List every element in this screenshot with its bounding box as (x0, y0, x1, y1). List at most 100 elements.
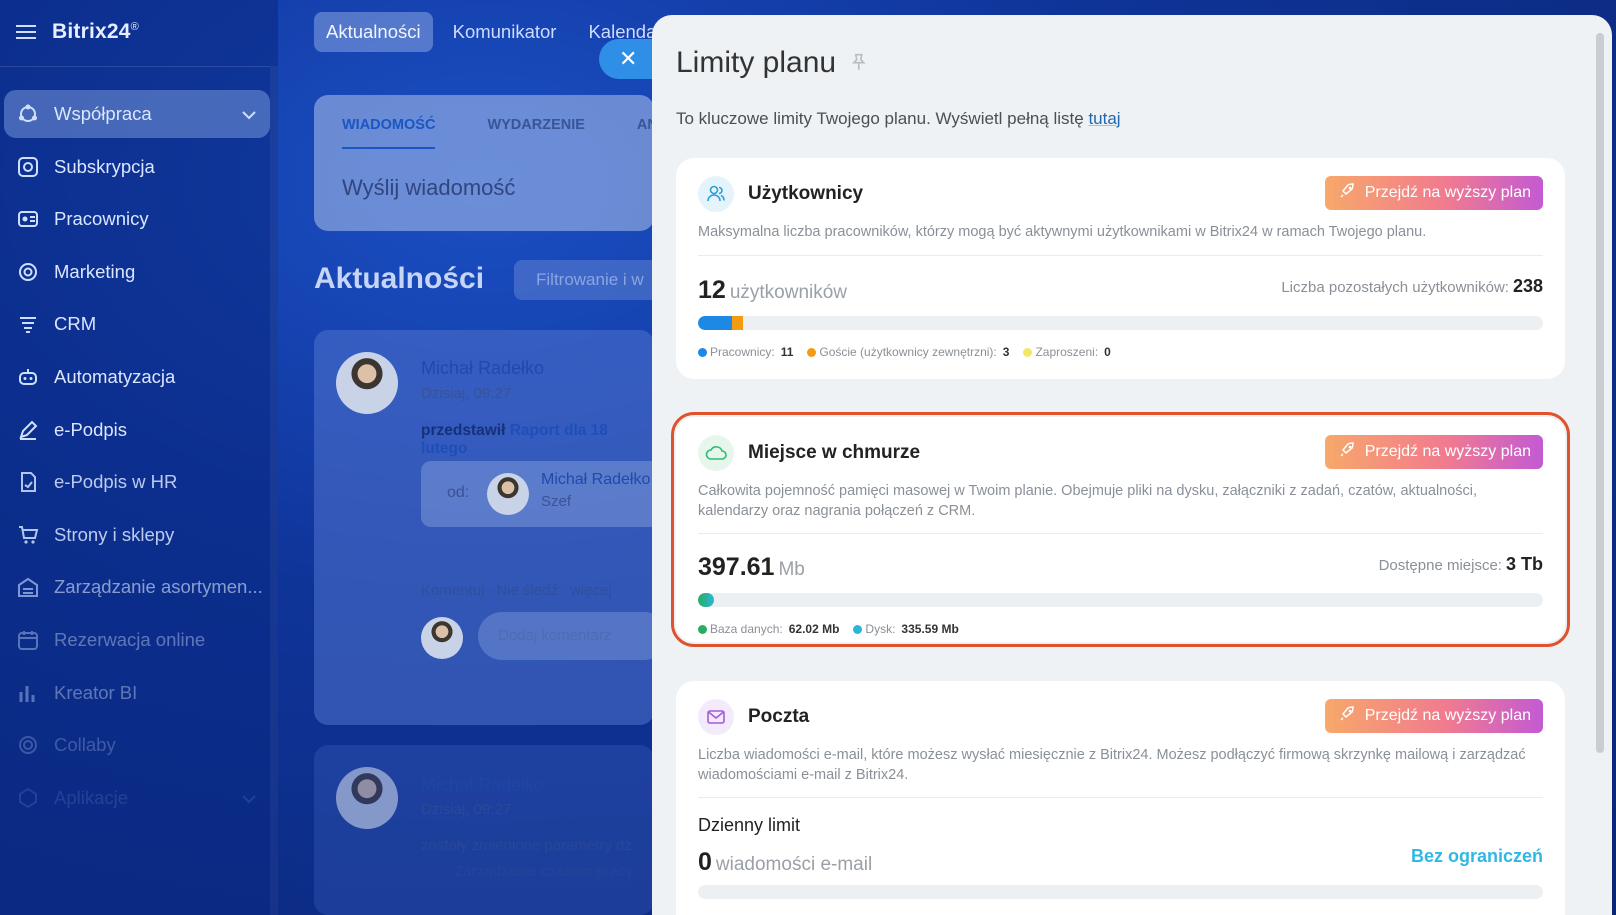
cloud-available-label: Dostępne miejsce: (1378, 557, 1502, 574)
sidebar-item-label: Rezerwacja online (54, 628, 206, 650)
tab-news[interactable]: Aktualności (314, 12, 433, 52)
users-card-header: Użytkownicy (698, 176, 863, 212)
post-author[interactable]: Michał Radełko (421, 775, 544, 796)
sidebar-item-bi[interactable]: Kreator BI (4, 669, 270, 717)
post-composer: WIADOMOŚĆ WYDARZENIE AN Wyślij wiadomość (314, 95, 654, 231)
users-legend: Pracownicy: 11 Goście (użytkownicy zewnęt… (698, 345, 1111, 359)
sidebar-divider (0, 66, 270, 67)
legend-dot (807, 347, 817, 357)
quoted-role: Szef (541, 493, 572, 510)
upgrade-button[interactable]: Przejdź na wyższy plan (1324, 435, 1543, 469)
post-author[interactable]: Michał Radełko (421, 358, 544, 379)
mail-limit-status: Bez ograniczeń (1410, 846, 1543, 866)
sidebar-item-marketing[interactable]: Marketing (4, 248, 270, 296)
guests-segment (732, 316, 743, 330)
sidebar-item-label: Automatyzacja (54, 365, 176, 387)
crm-icon (16, 312, 40, 336)
quoted-author[interactable]: Michał Radełko (541, 471, 650, 489)
menu-icon[interactable] (16, 25, 36, 39)
sidebar-item-label: Marketing (54, 260, 136, 282)
pin-icon[interactable] (843, 49, 872, 78)
message-input[interactable]: Wyślij wiadomość (342, 175, 515, 201)
more-link[interactable]: więcej (570, 582, 612, 599)
sidebar-item-signature[interactable]: e-Podpis (4, 406, 270, 454)
users-remaining-label: Liczba pozostałych użytkowników: (1281, 279, 1509, 296)
employees-icon (16, 207, 40, 231)
sidebar-item-crm[interactable]: CRM (4, 300, 270, 348)
mail-count: 0 wiadomości e-mail (698, 848, 872, 877)
chevron-down-icon (242, 103, 256, 125)
cloud-legend: Baza danych: 62.02 Mb Dysk: 335.59 Mb (698, 622, 959, 636)
feed-post: Michał Radełko Dzisiaj, 09:27 przedstawi… (314, 330, 668, 725)
sidebar-item-label: Collaby (54, 734, 116, 756)
chart-icon (16, 681, 40, 705)
panel-title-text: Limity planu (676, 46, 837, 79)
comment-input[interactable]: Dodaj komentarz (478, 612, 668, 660)
rocket-icon (1339, 441, 1356, 463)
sidebar-item-automation[interactable]: Automatyzacja (4, 353, 270, 401)
unfollow-link[interactable]: Nie śledź (496, 582, 558, 599)
mail-limit-card: Poczta Przejdź na wyższy plan Liczba wia… (676, 681, 1565, 915)
marketing-icon (16, 260, 40, 284)
avatar (421, 617, 463, 659)
sidebar-item-employees[interactable]: Pracownicy (4, 195, 270, 243)
users-count-value: 12 (698, 276, 726, 304)
sidebar-item-booking[interactable]: Rezerwacja online (4, 616, 270, 664)
panel-scrollbar[interactable] (1596, 33, 1604, 753)
legend-guests: Goście (użytkownicy zewnętrzni): 3 (807, 345, 1009, 359)
composer-tabs: WIADOMOŚĆ WYDARZENIE AN (314, 95, 654, 149)
sidebar-item-label: CRM (54, 313, 97, 335)
feed-filter-input[interactable]: Filtrowanie i w (514, 260, 664, 300)
subscription-icon (16, 155, 40, 179)
mail-count-unit: wiadomości e-mail (715, 854, 873, 875)
users-remaining-value: 238 (1512, 276, 1543, 296)
sidebar-item-apps[interactable]: Aplikacje (4, 774, 270, 822)
cart-icon (16, 523, 40, 547)
close-icon: ✕ (619, 46, 638, 71)
upgrade-button[interactable]: Przejdź na wyższy plan (1324, 176, 1543, 210)
comment-link[interactable]: Komentuj (421, 582, 484, 599)
logo[interactable]: Bitrix24® (52, 20, 139, 44)
tab-message[interactable]: WIADOMOŚĆ (342, 117, 436, 149)
sidebar-item-subscription[interactable]: Subskrypcja (4, 143, 270, 191)
cloud-card-description: Całkowita pojemność pamięci masowej w Tw… (698, 483, 1478, 519)
mail-progress-bar (698, 885, 1543, 899)
sidebar-list: Współpraca Subskrypcja Pracownicy Market… (4, 90, 270, 826)
collaboration-icon (16, 102, 40, 126)
panel-title: Limity planu (676, 46, 866, 80)
upgrade-button-label: Przejdź na wyższy plan (1364, 184, 1531, 201)
automation-icon (16, 365, 40, 389)
cloud-card-header: Miejsce w chmurze (698, 435, 920, 471)
divider (698, 255, 1543, 256)
cloud-available-value: 3 Tb (1505, 554, 1543, 574)
avatar[interactable] (336, 767, 398, 829)
rocket-icon (1339, 705, 1356, 727)
avatar[interactable] (336, 352, 398, 414)
panel-subtitle-text: To kluczowe limity Twojego planu. Wyświe… (676, 109, 1084, 128)
sidebar-item-collaboration[interactable]: Współpraca (4, 90, 270, 138)
legend-dot (698, 624, 707, 634)
users-card-title: Użytkownicy (748, 183, 864, 204)
sidebar-scrollbar[interactable] (270, 66, 278, 915)
users-count-unit: użytkowników (729, 282, 848, 303)
divider (698, 797, 1543, 798)
sidebar-item-collaby[interactable]: Collaby (4, 721, 270, 769)
cloud-progress-bar (698, 593, 1543, 607)
sidebar-item-label: e-Podpis w HR (54, 471, 178, 493)
sidebar-item-shops[interactable]: Strony i sklepy (4, 511, 270, 559)
hr-signature-icon (16, 470, 40, 494)
cloud-used: 397.61 Mb (698, 553, 805, 582)
avatar[interactable] (487, 473, 529, 515)
upgrade-button[interactable]: Przejdź na wyższy plan (1324, 699, 1543, 733)
full-list-link[interactable]: tutaj (1088, 109, 1120, 128)
sidebar-item-hr-signature[interactable]: e-Podpis w HR (4, 458, 270, 506)
sidebar-item-label: e-Podpis (54, 418, 128, 440)
users-remaining: Liczba pozostałych użytkowników: 238 (1281, 276, 1543, 297)
tab-event[interactable]: WYDARZENIE (487, 117, 584, 149)
sidebar-item-label: Strony i sklepy (54, 523, 175, 545)
tab-messenger[interactable]: Komunikator (441, 12, 569, 52)
signature-icon (16, 418, 40, 442)
collaby-icon (16, 733, 40, 757)
sidebar-item-inventory[interactable]: Zarządzanie asortymen... (4, 563, 270, 611)
feed-post: Michał Radełko Dzisiaj, 09:27 zostały zm… (314, 745, 654, 915)
